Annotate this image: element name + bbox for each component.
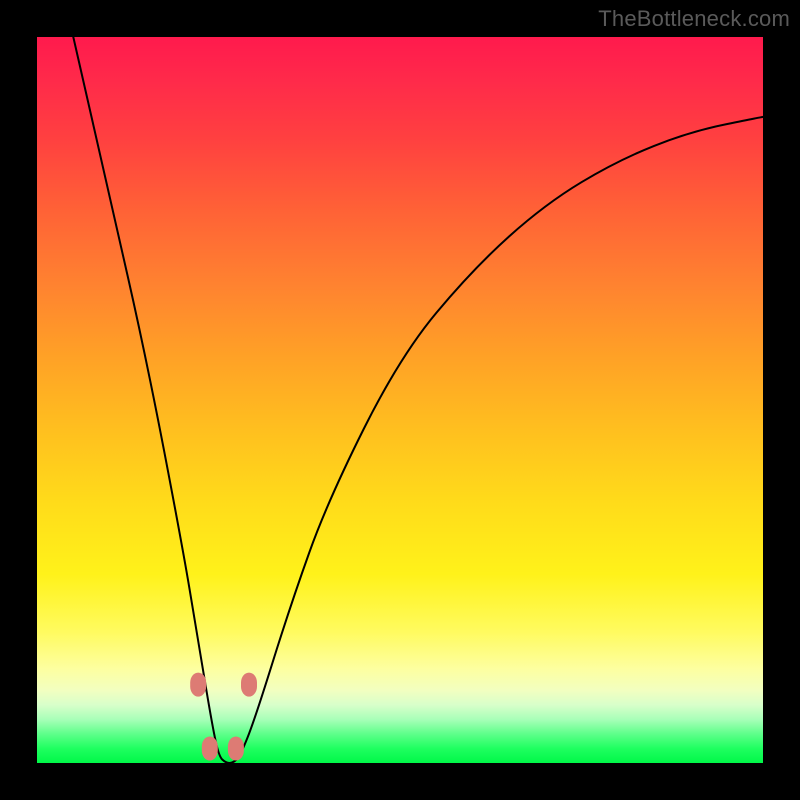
curve-markers <box>190 673 257 761</box>
watermark-text: TheBottleneck.com <box>598 6 790 32</box>
curve-marker <box>228 737 244 761</box>
bottleneck-curve-svg <box>37 37 763 763</box>
curve-marker <box>202 737 218 761</box>
chart-frame: TheBottleneck.com <box>0 0 800 800</box>
curve-marker <box>190 673 206 697</box>
curve-marker <box>241 673 257 697</box>
plot-area <box>37 37 763 763</box>
bottleneck-curve <box>73 37 763 763</box>
